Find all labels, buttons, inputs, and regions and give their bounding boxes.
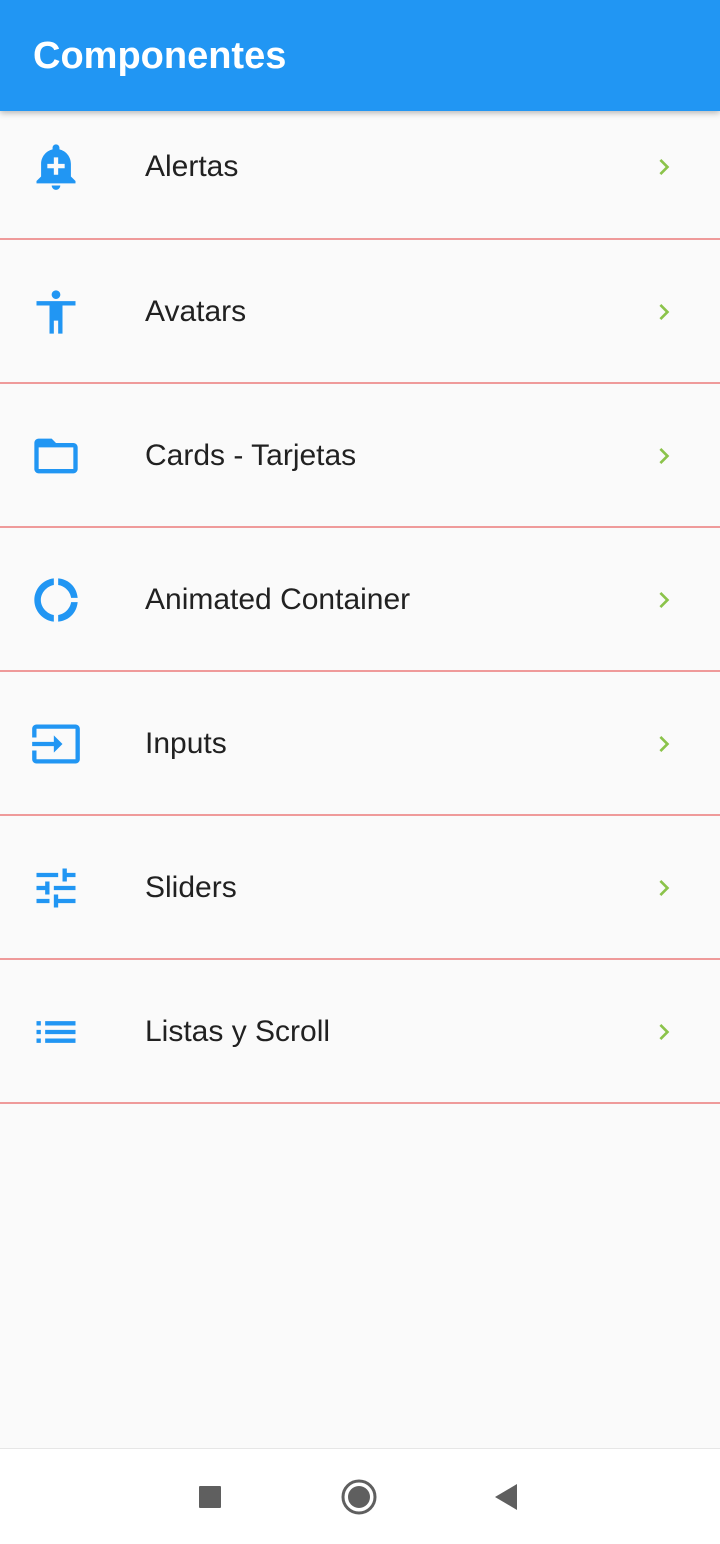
list-item-inputs[interactable]: Inputs [0, 672, 720, 816]
donut-large-icon [30, 574, 82, 626]
chevron-right-icon [648, 728, 680, 760]
list-item-alertas[interactable]: Alertas [0, 111, 720, 240]
page-title: Componentes [33, 35, 287, 77]
list-item-animated-container[interactable]: Animated Container [0, 528, 720, 672]
accessibility-icon [30, 286, 82, 338]
add-alert-icon [30, 140, 82, 192]
home-circle-icon[interactable] [339, 1477, 379, 1517]
list-icon [30, 1006, 82, 1058]
app-bar: Componentes [0, 0, 720, 111]
list-item-label: Listas y Scroll [145, 1015, 331, 1048]
chevron-right-icon [648, 1016, 680, 1048]
tune-icon [30, 862, 82, 914]
system-navigation-bar [0, 1448, 720, 1544]
list-item-label: Alertas [145, 150, 239, 183]
list-item-avatars[interactable]: Avatars [0, 240, 720, 384]
chevron-right-icon [648, 872, 680, 904]
list-item-label: Animated Container [145, 583, 411, 616]
back-triangle-icon[interactable] [486, 1477, 526, 1517]
list-item-cards-tarjetas[interactable]: Cards - Tarjetas [0, 384, 720, 528]
recents-square-icon[interactable] [190, 1477, 230, 1517]
list-item-listas-y-scroll[interactable]: Listas y Scroll [0, 960, 720, 1104]
input-icon [30, 718, 82, 770]
components-list: Alertas Avatars Cards - Tarjetas Animate… [0, 111, 720, 1104]
list-item-label: Avatars [145, 295, 247, 328]
screen: Componentes Alertas Avatars Cards - Tarj… [0, 0, 720, 1544]
list-item-label: Sliders [145, 871, 237, 904]
chevron-right-icon [648, 440, 680, 472]
list-item-sliders[interactable]: Sliders [0, 816, 720, 960]
list-item-label: Cards - Tarjetas [145, 439, 357, 472]
chevron-right-icon [648, 584, 680, 616]
folder-open-icon [30, 430, 82, 482]
list-item-label: Inputs [145, 727, 227, 760]
chevron-right-icon [648, 151, 680, 183]
chevron-right-icon [648, 296, 680, 328]
